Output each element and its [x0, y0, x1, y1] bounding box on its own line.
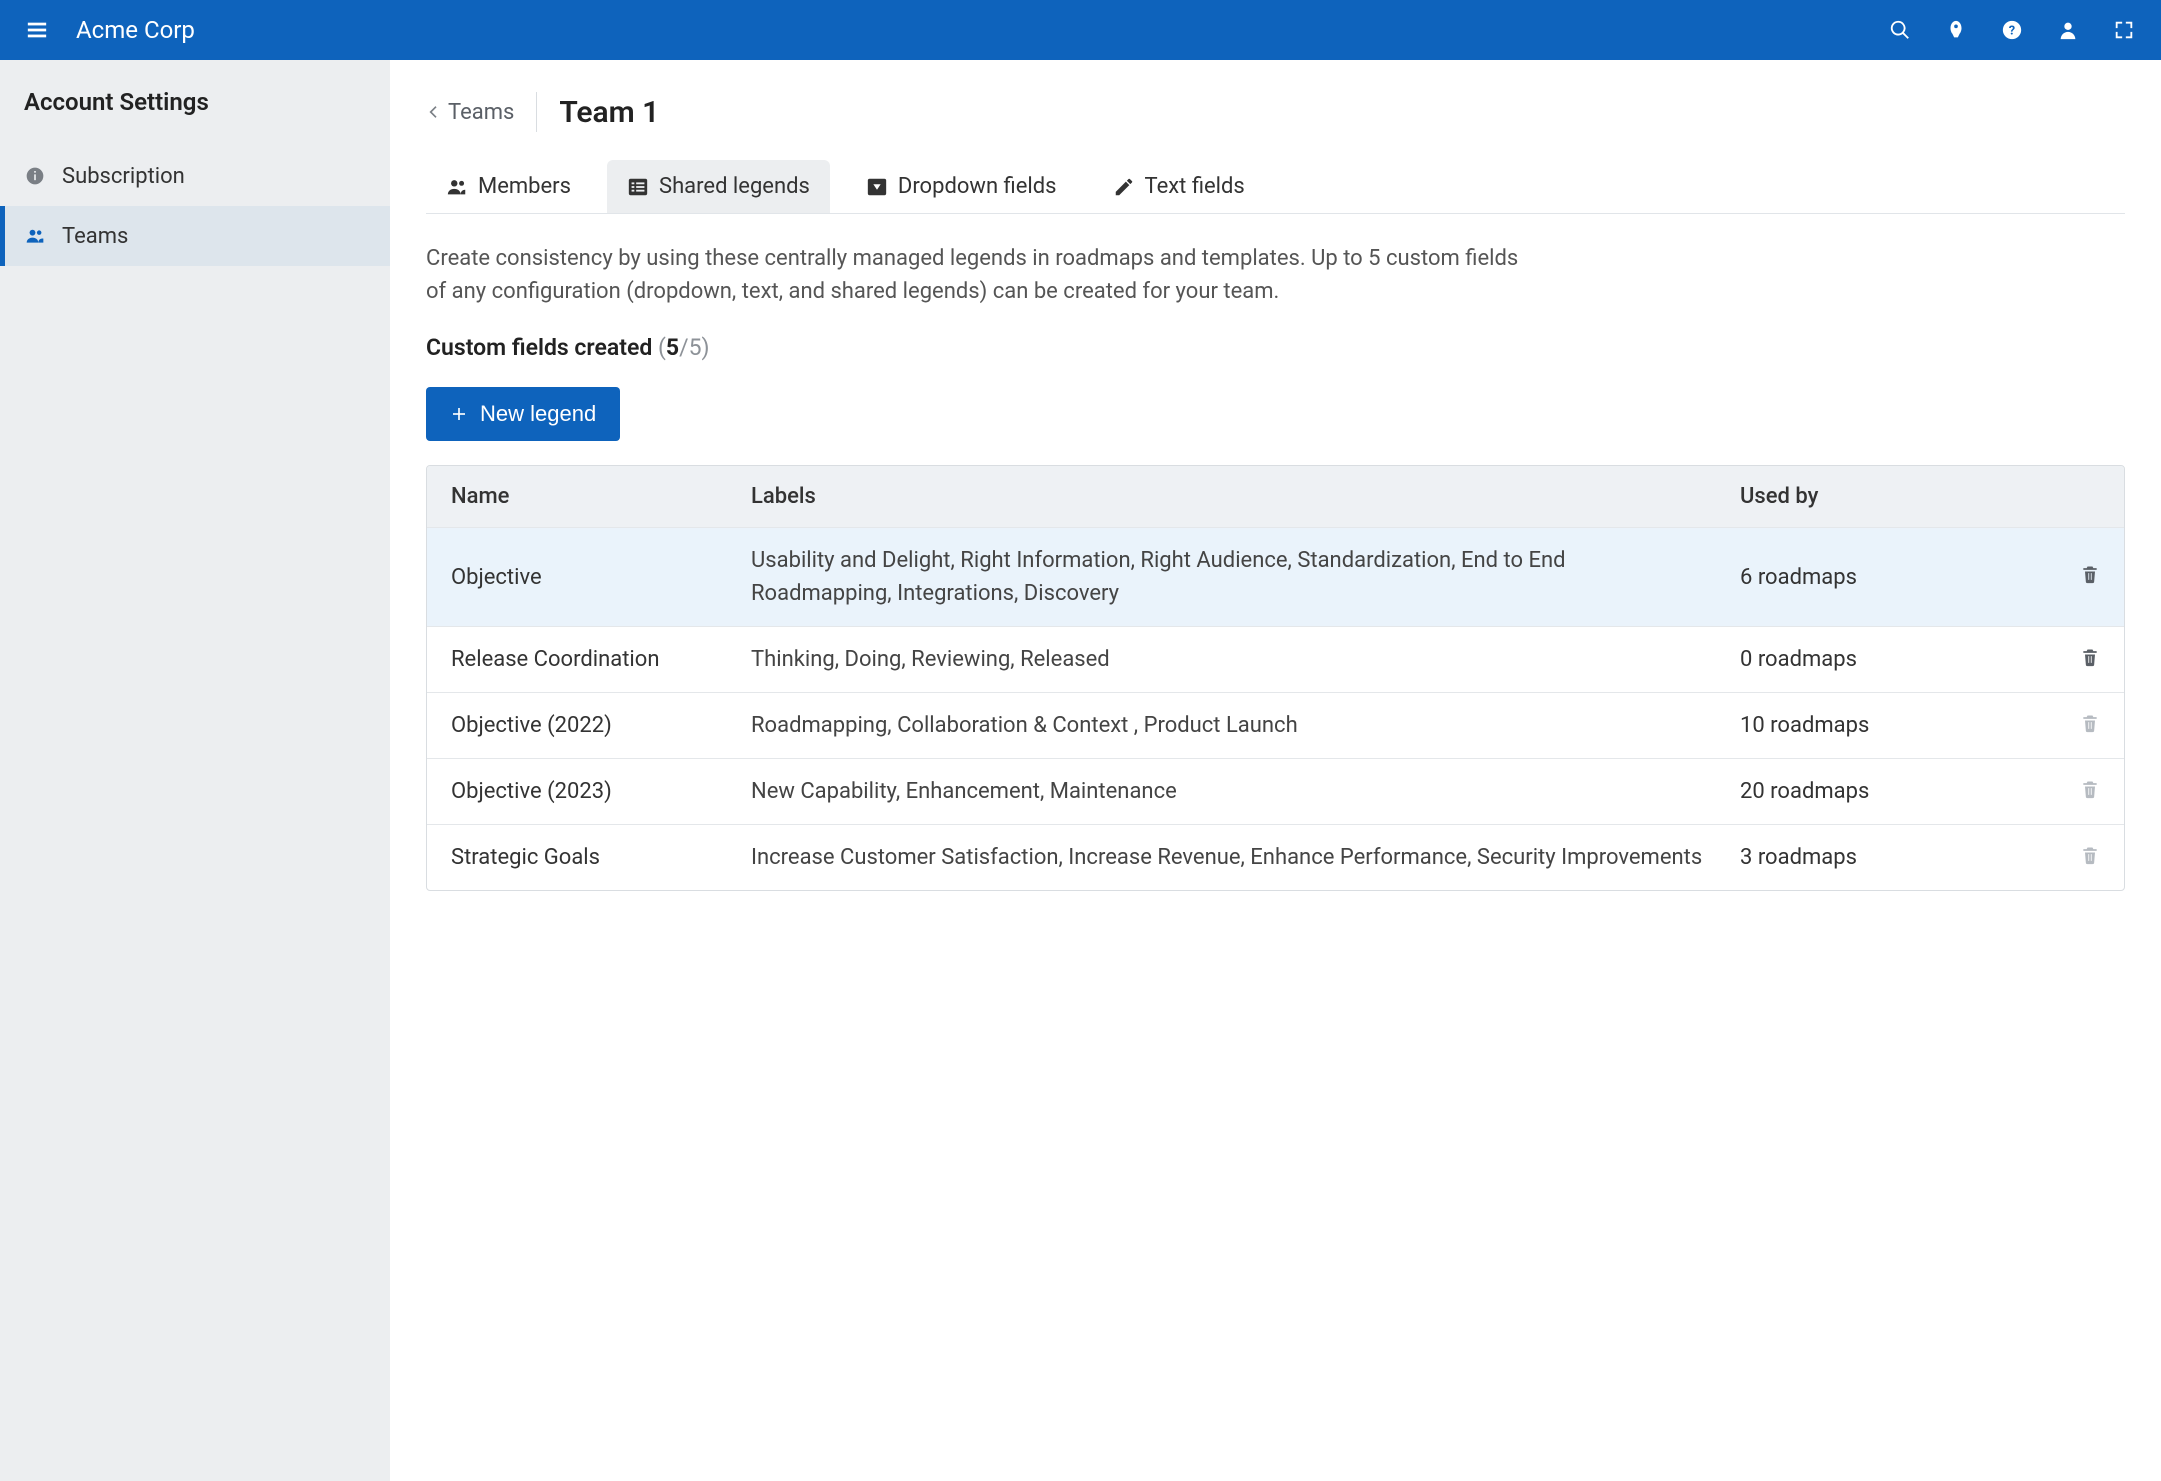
tab-label: Dropdown fields: [898, 174, 1057, 199]
cell-used-by: 3 roadmaps: [1740, 845, 2020, 870]
users-icon: [446, 176, 468, 198]
cell-used-by: 20 roadmaps: [1740, 779, 2020, 804]
chevron-left-icon: [426, 104, 442, 120]
cell-labels: Increase Customer Satisfaction, Increase…: [751, 841, 1740, 874]
search-icon: [1889, 19, 1911, 41]
cell-labels: New Capability, Enhancement, Maintenance: [751, 775, 1740, 808]
user-icon: [2057, 19, 2079, 41]
announcements-button[interactable]: [1939, 13, 1973, 47]
hamburger-icon: [26, 19, 48, 41]
tabs: Members Shared legends Dropdown fields T…: [426, 160, 2125, 214]
info-icon: [24, 165, 46, 187]
svg-text:?: ?: [2009, 24, 2015, 39]
topbar: Acme Corp ?: [0, 0, 2161, 60]
delete-button[interactable]: [2080, 712, 2100, 740]
trash-icon: [2080, 566, 2100, 591]
tab-label: Members: [478, 174, 571, 199]
users-icon: [24, 225, 46, 247]
sidebar-item-label: Subscription: [62, 164, 185, 189]
breadcrumb: Teams Team 1: [426, 92, 2125, 132]
list-icon: [627, 176, 649, 198]
sidebar-item-label: Teams: [62, 224, 128, 249]
table-row[interactable]: Objective (2022)Roadmapping, Collaborati…: [427, 692, 2124, 758]
fullscreen-button[interactable]: [2107, 13, 2141, 47]
cell-labels: Roadmapping, Collaboration & Context , P…: [751, 709, 1740, 742]
expand-icon: [2113, 19, 2135, 41]
menu-button[interactable]: [20, 13, 54, 47]
cell-labels: Usability and Delight, Right Information…: [751, 544, 1740, 610]
cell-used-by: 10 roadmaps: [1740, 713, 2020, 738]
cell-name: Objective (2023): [451, 779, 751, 804]
tab-label: Shared legends: [659, 174, 810, 199]
sidebar-item-teams[interactable]: Teams: [0, 206, 390, 266]
col-used-by: Used by: [1740, 484, 2020, 509]
delete-button[interactable]: [2080, 563, 2100, 591]
description: Create consistency by using these centra…: [426, 242, 1526, 308]
breadcrumb-divider: [536, 92, 537, 132]
col-labels: Labels: [751, 484, 1740, 509]
tab-members[interactable]: Members: [426, 160, 591, 213]
cell-used-by: 0 roadmaps: [1740, 647, 2020, 672]
table-row[interactable]: Strategic GoalsIncrease Customer Satisfa…: [427, 824, 2124, 890]
edit-icon: [1113, 176, 1135, 198]
trash-icon: [2080, 649, 2100, 674]
delete-button[interactable]: [2080, 778, 2100, 806]
cell-used-by: 6 roadmaps: [1740, 565, 2020, 590]
table-header: Name Labels Used by: [427, 466, 2124, 527]
back-link[interactable]: Teams: [426, 100, 514, 125]
table-row[interactable]: ObjectiveUsability and Delight, Right In…: [427, 527, 2124, 626]
new-legend-button[interactable]: New legend: [426, 387, 620, 441]
sidebar-item-subscription[interactable]: Subscription: [0, 146, 390, 206]
content: Teams Team 1 Members Shared legends Drop…: [390, 60, 2161, 1481]
sidebar-title: Account Settings: [0, 88, 390, 146]
legend-table: Name Labels Used by ObjectiveUsability a…: [426, 465, 2125, 891]
cell-name: Objective: [451, 565, 751, 590]
page-title: Team 1: [559, 95, 659, 130]
trash-icon: [2080, 847, 2100, 872]
trash-icon: [2080, 715, 2100, 740]
col-name: Name: [451, 484, 751, 509]
back-label: Teams: [448, 100, 514, 125]
brand-name: Acme Corp: [76, 16, 195, 44]
new-legend-label: New legend: [480, 401, 596, 427]
cell-name: Strategic Goals: [451, 845, 751, 870]
dropdown-icon: [866, 176, 888, 198]
help-icon: ?: [2001, 19, 2023, 41]
tab-text-fields[interactable]: Text fields: [1093, 160, 1265, 213]
tab-dropdown-fields[interactable]: Dropdown fields: [846, 160, 1077, 213]
table-row[interactable]: Objective (2023)New Capability, Enhancem…: [427, 758, 2124, 824]
cell-name: Release Coordination: [451, 647, 751, 672]
tab-shared-legends[interactable]: Shared legends: [607, 160, 830, 213]
delete-button[interactable]: [2080, 646, 2100, 674]
custom-fields-count: Custom fields created (5/5): [426, 334, 2125, 361]
sidebar: Account Settings Subscription Teams: [0, 60, 390, 1481]
plus-icon: [450, 405, 468, 423]
tab-label: Text fields: [1145, 174, 1245, 199]
cell-name: Objective (2022): [451, 713, 751, 738]
help-button[interactable]: ?: [1995, 13, 2029, 47]
delete-button[interactable]: [2080, 844, 2100, 872]
trash-icon: [2080, 781, 2100, 806]
table-row[interactable]: Release CoordinationThinking, Doing, Rev…: [427, 626, 2124, 692]
account-button[interactable]: [2051, 13, 2085, 47]
rocket-icon: [1945, 19, 1967, 41]
cell-labels: Thinking, Doing, Reviewing, Released: [751, 643, 1740, 676]
search-button[interactable]: [1883, 13, 1917, 47]
